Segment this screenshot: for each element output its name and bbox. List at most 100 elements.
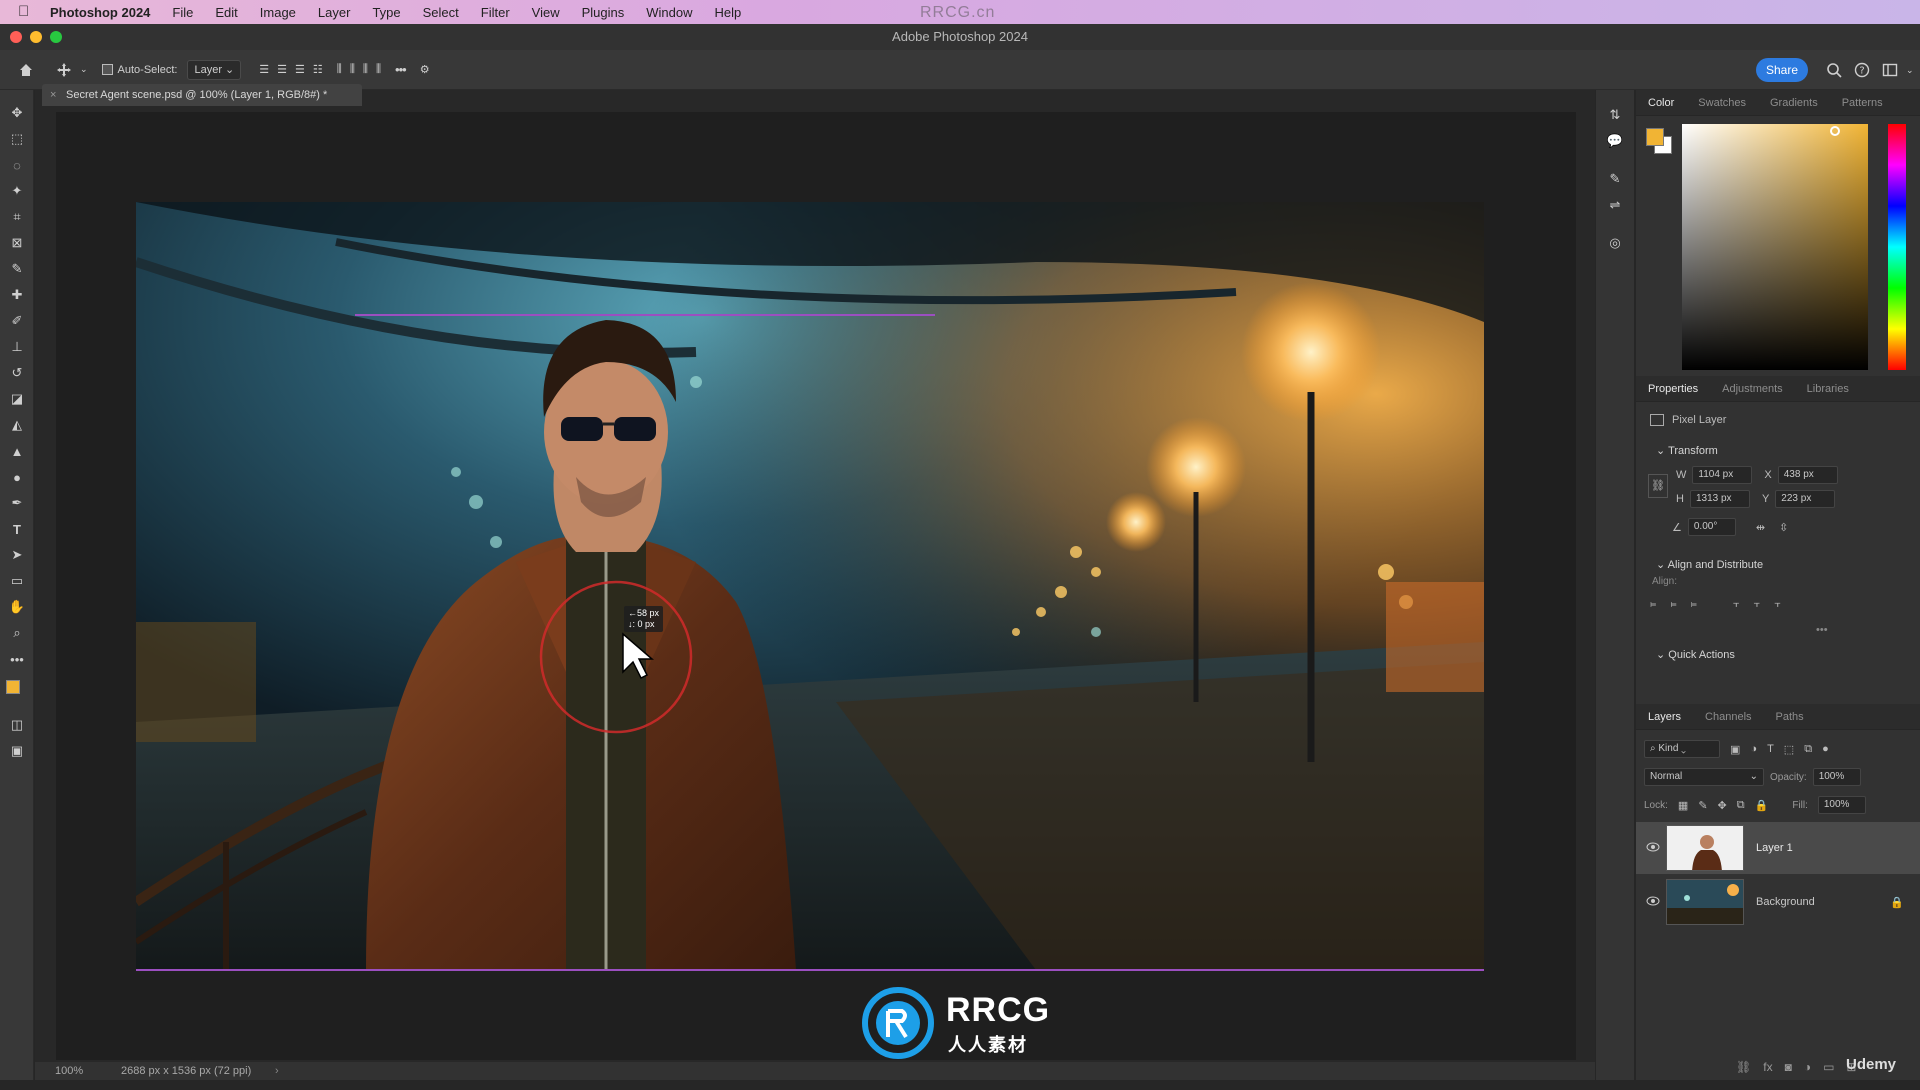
filter-pixel-icon[interactable]: ▣ bbox=[1730, 743, 1740, 756]
screen-mode-icon[interactable]: ▣ bbox=[0, 738, 34, 764]
menu-window[interactable]: Window bbox=[646, 5, 692, 20]
new-group-icon[interactable]: ▭ bbox=[1823, 1060, 1834, 1074]
auto-select-dropdown[interactable]: Layer ⌄ bbox=[187, 59, 242, 80]
layer-row-background[interactable]: Background 🔒 bbox=[1636, 876, 1920, 928]
share-button[interactable]: Share bbox=[1756, 58, 1808, 82]
close-window-button[interactable] bbox=[10, 31, 22, 43]
history-panel-icon[interactable]: ⇅ bbox=[1596, 102, 1634, 128]
transform-section-title[interactable]: ⌄ Transform bbox=[1640, 444, 1718, 457]
align-top-icon[interactable]: ⫟ bbox=[1733, 598, 1740, 611]
link-layers-icon[interactable]: ⛓ bbox=[1736, 1060, 1751, 1074]
document-tab[interactable]: × Secret Agent scene.psd @ 100% (Layer 1… bbox=[42, 84, 362, 106]
height-field[interactable]: 1313 px bbox=[1689, 490, 1750, 508]
quick-mask-icon[interactable]: ◫ bbox=[0, 712, 34, 738]
move-tool-icon[interactable] bbox=[56, 59, 72, 81]
align-middle-icon[interactable]: ⫟ bbox=[1754, 598, 1761, 611]
menu-type[interactable]: Type bbox=[372, 5, 400, 20]
chevron-down-icon[interactable]: ⌄ bbox=[80, 59, 88, 81]
zoom-tool-icon[interactable]: ⌕ bbox=[0, 620, 34, 646]
tab-patterns[interactable]: Patterns bbox=[1830, 97, 1895, 109]
flip-horizontal-icon[interactable]: ⇹ bbox=[1756, 521, 1765, 534]
y-field[interactable]: 223 px bbox=[1775, 490, 1836, 508]
filter-smart-icon[interactable]: ⧉ bbox=[1804, 743, 1812, 756]
link-dimensions-icon[interactable]: ⛓ bbox=[1648, 474, 1668, 498]
align-top-icon[interactable]: ⫼ bbox=[337, 59, 342, 81]
blend-mode-dropdown[interactable]: Normal ⌄ bbox=[1644, 768, 1764, 786]
fill-field[interactable]: 100% bbox=[1817, 796, 1866, 814]
tab-swatches[interactable]: Swatches bbox=[1686, 97, 1758, 109]
layer-row-layer-1[interactable]: Layer 1 bbox=[1636, 822, 1920, 874]
more-tools-icon[interactable]: ••• bbox=[0, 646, 34, 672]
lock-artboard-icon[interactable]: ⧉ bbox=[1737, 799, 1745, 812]
help-icon[interactable]: ? bbox=[1854, 59, 1870, 81]
distribute-h-icon[interactable]: ☷ bbox=[313, 59, 323, 81]
lock-all-icon[interactable]: 🔒 bbox=[1755, 799, 1769, 812]
type-tool-icon[interactable]: T bbox=[0, 516, 34, 542]
align-center-h-icon[interactable]: ☰ bbox=[277, 59, 287, 81]
magic-wand-icon[interactable]: ✦ bbox=[0, 178, 34, 204]
menu-select[interactable]: Select bbox=[423, 5, 459, 20]
tab-gradients[interactable]: Gradients bbox=[1758, 97, 1830, 109]
auto-select-checkbox[interactable] bbox=[101, 59, 113, 81]
menu-filter[interactable]: Filter bbox=[481, 5, 510, 20]
align-bottom-icon[interactable]: ⫼ bbox=[363, 59, 368, 81]
apple-icon[interactable]:  bbox=[18, 3, 36, 21]
canvas-image[interactable]: ←58 px ↓: 0 px bbox=[136, 202, 1484, 970]
align-middle-v-icon[interactable]: ⫼ bbox=[350, 59, 355, 81]
filter-adjustment-icon[interactable]: ◑ bbox=[1750, 743, 1757, 755]
align-section-title[interactable]: ⌄ Align and Distribute bbox=[1640, 558, 1763, 571]
layer-name[interactable]: Layer 1 bbox=[1756, 842, 1793, 854]
angle-field[interactable]: 0.00° bbox=[1687, 518, 1736, 536]
tab-libraries[interactable]: Libraries bbox=[1795, 383, 1861, 395]
hand-tool-icon[interactable]: ✋ bbox=[0, 594, 34, 620]
tab-layers[interactable]: Layers bbox=[1636, 711, 1693, 723]
opacity-field[interactable]: 100% bbox=[1812, 768, 1861, 786]
lasso-tool-icon[interactable]: ◌ bbox=[0, 152, 34, 178]
tab-paths[interactable]: Paths bbox=[1764, 711, 1816, 723]
flip-vertical-icon[interactable]: ⇳ bbox=[1779, 521, 1788, 534]
width-field[interactable]: 1104 px bbox=[1692, 466, 1753, 484]
menu-image[interactable]: Image bbox=[260, 5, 296, 20]
eraser-icon[interactable]: ◪ bbox=[0, 386, 34, 412]
fg-color-chip[interactable] bbox=[1646, 128, 1664, 146]
align-left-icon[interactable]: ☰ bbox=[259, 59, 269, 81]
pen-tool-icon[interactable]: ✒ bbox=[0, 490, 34, 516]
color-picker-handle[interactable] bbox=[1830, 126, 1840, 136]
tab-channels[interactable]: Channels bbox=[1693, 711, 1763, 723]
healing-brush-icon[interactable]: ✚ bbox=[0, 282, 34, 308]
zoom-level[interactable]: 100% bbox=[55, 1062, 83, 1080]
brush-settings-icon[interactable]: ✎ bbox=[1596, 166, 1634, 192]
layer-name[interactable]: Background bbox=[1756, 896, 1815, 908]
rectangle-tool-icon[interactable]: ▭ bbox=[0, 568, 34, 594]
workspace-icon[interactable] bbox=[1882, 59, 1898, 81]
status-chevron-icon[interactable]: › bbox=[275, 1062, 279, 1080]
close-tab-icon[interactable]: × bbox=[50, 84, 56, 106]
menu-help[interactable]: Help bbox=[715, 5, 742, 20]
fx-icon[interactable]: fx bbox=[1763, 1060, 1772, 1074]
saturation-brightness-field[interactable] bbox=[1682, 124, 1868, 370]
chevron-down-icon[interactable]: ⌄ bbox=[1906, 59, 1914, 81]
filter-toggle-icon[interactable]: ● bbox=[1822, 743, 1829, 755]
menu-edit[interactable]: Edit bbox=[215, 5, 237, 20]
add-mask-icon[interactable]: ◙ bbox=[1785, 1060, 1792, 1074]
dodge-tool-icon[interactable]: ● bbox=[0, 464, 34, 490]
visibility-eye-icon[interactable] bbox=[1646, 842, 1662, 854]
align-bottom-icon[interactable]: ⫟ bbox=[1774, 598, 1781, 611]
hue-slider[interactable] bbox=[1888, 124, 1906, 370]
filter-shape-icon[interactable]: ⬚ bbox=[1784, 743, 1794, 756]
lock-position-icon[interactable]: ✥ bbox=[1718, 799, 1727, 812]
lock-icon[interactable]: 🔒 bbox=[1890, 896, 1904, 909]
paint-bucket-icon[interactable]: ◭ bbox=[0, 412, 34, 438]
crop-tool-icon[interactable]: ⌗ bbox=[0, 204, 34, 230]
styles-panel-icon[interactable]: ◎ bbox=[1596, 230, 1634, 256]
lock-transparent-icon[interactable]: ▦ bbox=[1678, 799, 1688, 812]
eyedropper-icon[interactable]: ✎ bbox=[0, 256, 34, 282]
history-brush-icon[interactable]: ↺ bbox=[0, 360, 34, 386]
filter-type-icon[interactable]: T bbox=[1767, 743, 1774, 755]
zoom-window-button[interactable] bbox=[50, 31, 62, 43]
marquee-tool-icon[interactable]: ⬚ bbox=[0, 126, 34, 152]
align-right-icon[interactable]: ⫢ bbox=[1691, 598, 1697, 611]
menu-layer[interactable]: Layer bbox=[318, 5, 351, 20]
align-center-icon[interactable]: ⫢ bbox=[1670, 598, 1676, 611]
adjustments-icon[interactable]: ⇌ bbox=[1596, 192, 1634, 218]
